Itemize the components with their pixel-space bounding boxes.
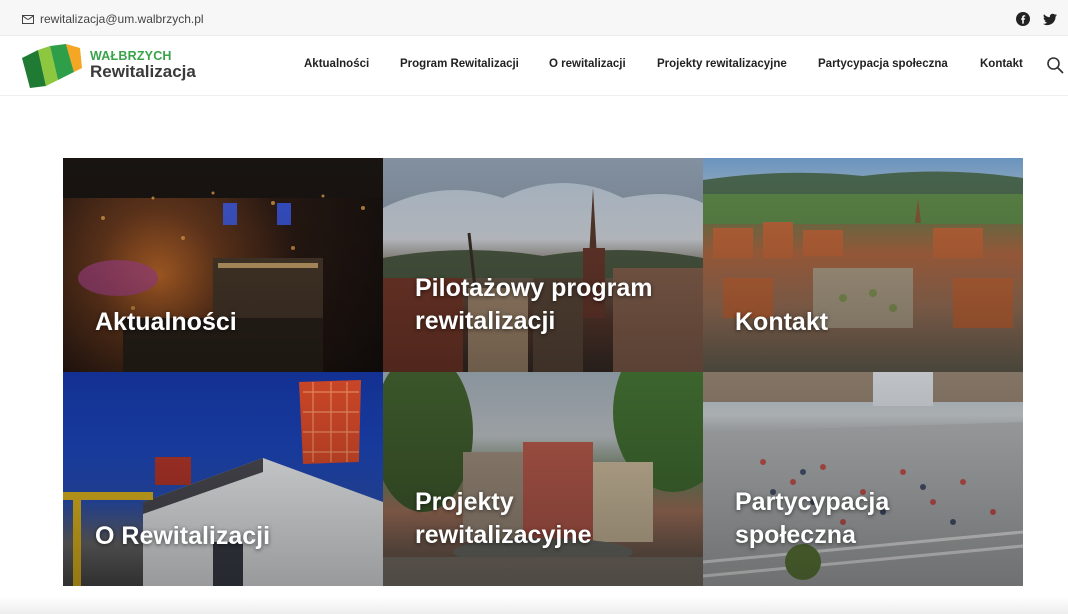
tile-title: Partycypacja społeczna bbox=[735, 488, 890, 549]
nav-item-kontakt[interactable]: Kontakt bbox=[980, 58, 1023, 70]
twitter-icon[interactable] bbox=[1043, 12, 1057, 26]
search-icon[interactable] bbox=[1046, 56, 1064, 74]
logo-mark-icon bbox=[20, 42, 84, 88]
main-header: WAŁBRZYCH Rewitalizacja Aktualności Prog… bbox=[0, 36, 1068, 96]
tile-title: Pilotażowy program rewitalizacji bbox=[415, 274, 653, 335]
tile-partycypacja-spoleczna[interactable]: Partycypacja społeczna bbox=[703, 372, 1023, 586]
tile-projekty-rewitalizacyjne[interactable]: Projekty rewitalizacyjne bbox=[383, 372, 703, 586]
nav-item-partycypacja-spoleczna[interactable]: Partycypacja społeczna bbox=[818, 58, 948, 70]
nav-item-o-rewitalizacji[interactable]: O rewitalizacji bbox=[549, 58, 626, 70]
facebook-icon[interactable] bbox=[1016, 12, 1030, 26]
nav-item-aktualnosci[interactable]: Aktualności bbox=[304, 58, 369, 70]
feature-tiles-grid: Aktualności Pilotażowy program rewitaliz… bbox=[63, 158, 1023, 586]
logo-line-2: Rewitalizacja bbox=[90, 61, 196, 81]
page-bottom-edge bbox=[0, 596, 1068, 614]
tile-title: Projekty rewitalizacyjne bbox=[415, 488, 592, 549]
tile-kontakt[interactable]: Kontakt bbox=[703, 158, 1023, 372]
tile-aktualnosci[interactable]: Aktualności bbox=[63, 158, 383, 372]
tile-title: Kontakt bbox=[735, 308, 829, 336]
top-contact-bar: rewitalizacja@um.walbrzych.pl bbox=[0, 0, 1068, 36]
tile-title: O Rewitalizacji bbox=[95, 522, 271, 550]
logo-line-1: WAŁBRZYCH bbox=[90, 48, 172, 63]
tile-title: Aktualności bbox=[95, 308, 237, 336]
email-text: rewitalizacja@um.walbrzych.pl bbox=[40, 12, 204, 26]
tile-o-rewitalizacji[interactable]: O Rewitalizacji bbox=[63, 372, 383, 586]
tile-pilotazowy-program[interactable]: Pilotażowy program rewitalizacji bbox=[383, 158, 703, 372]
email-link[interactable]: rewitalizacja@um.walbrzych.pl bbox=[22, 12, 204, 26]
site-logo[interactable]: WAŁBRZYCH Rewitalizacja bbox=[20, 42, 196, 88]
nav-item-program-rewitalizacji[interactable]: Program Rewitalizacji bbox=[400, 58, 519, 70]
nav-item-projekty-rewitalizacyjne[interactable]: Projekty rewitalizacyjne bbox=[657, 58, 787, 70]
mail-icon bbox=[22, 14, 34, 24]
